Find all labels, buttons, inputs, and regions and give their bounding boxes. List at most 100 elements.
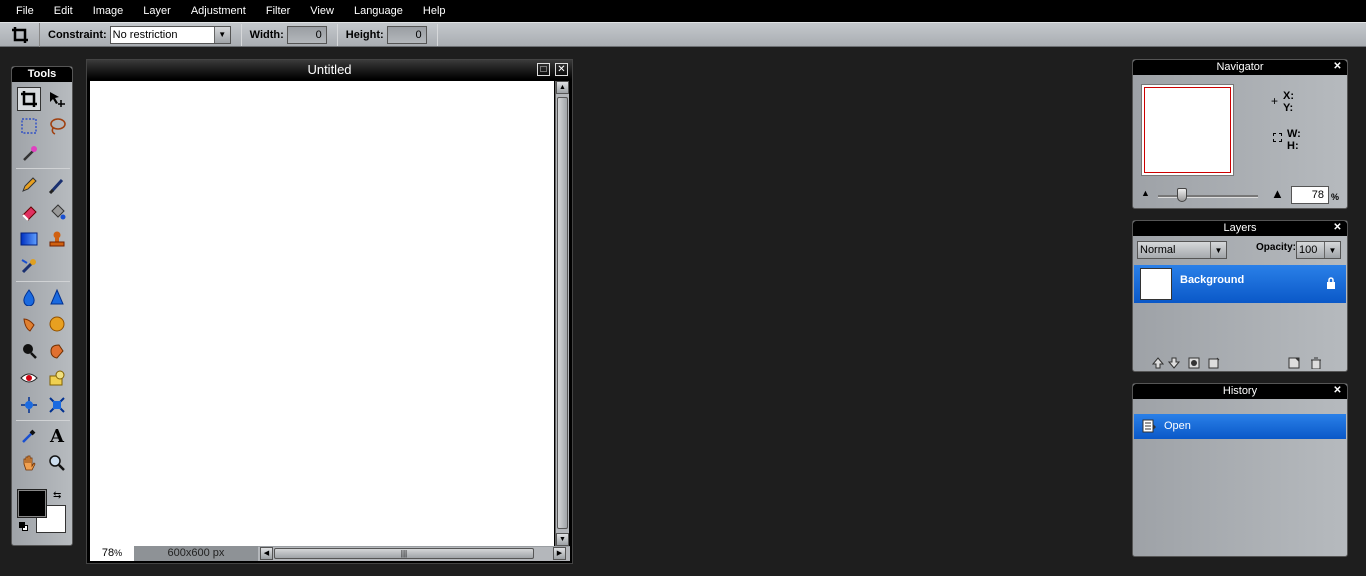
bloat-icon [21,397,37,413]
horizontal-scrollbar[interactable]: ◀ ||| ▶ [258,546,570,561]
document-status-bar: 78% 600x600 px ◀ ||| ▶ [90,546,570,561]
document-titlebar[interactable]: Untitled □ ✕ [87,60,572,79]
constraint-select[interactable]: No restriction ▼ [109,25,231,44]
move-layer-down-icon[interactable] [1167,356,1181,370]
menu-help[interactable]: Help [413,0,456,22]
dodge-icon [23,344,37,359]
hand-tool[interactable] [17,451,41,475]
options-bar: Constraint: No restriction ▼ Width: 0 He… [0,22,1366,47]
drop-icon [23,289,35,306]
menu-image[interactable]: Image [83,0,134,22]
crop-tool[interactable] [17,87,41,111]
marquee-tool[interactable] [17,114,41,138]
lasso-tool[interactable] [45,114,69,138]
vertical-scrollbar[interactable]: ▲ ▼ [555,81,569,546]
crosshair-icon: + [1271,94,1279,108]
scroll-right-icon[interactable]: ▶ [553,546,566,560]
scroll-left-icon[interactable]: ◀ [260,546,273,560]
menu-adjustment[interactable]: Adjustment [181,0,256,22]
zoom-in-icon[interactable]: ▲ [1271,186,1284,201]
w-label: W: [1287,128,1301,140]
brush-tool[interactable] [45,173,69,197]
lock-icon [1326,277,1336,292]
foreground-color-swatch[interactable] [17,489,47,518]
hand-icon [23,455,36,471]
navigator-thumbnail[interactable] [1141,84,1234,176]
blend-mode-select[interactable]: Normal ▼ [1137,241,1227,259]
red-eye-tool[interactable] [17,366,41,390]
close-icon[interactable]: ✕ [1332,62,1343,73]
size-icon [1273,133,1282,142]
document-title: Untitled [307,62,352,77]
eraser-tool[interactable] [17,200,41,224]
swap-colors-icon[interactable]: ⇆ [53,490,61,501]
sharpen-tool[interactable] [45,285,69,309]
opacity-label: Opacity: [1256,242,1297,253]
smudge-tool[interactable] [17,312,41,336]
horizontal-scroll-thumb[interactable]: ||| [274,547,534,559]
zoom-slider-track[interactable] [1158,195,1258,198]
lasso-icon [50,118,66,135]
layers-title: Layers ✕ [1133,221,1347,236]
history-item[interactable]: Open [1134,414,1346,439]
layer-thumbnail [1140,268,1172,300]
layer-mask-icon[interactable] [1187,356,1201,370]
color-picker-tool[interactable] [17,424,41,448]
view-frame[interactable] [1144,87,1231,173]
spot-heal-tool[interactable] [45,366,69,390]
menu-filter[interactable]: Filter [256,0,300,22]
blur-tool[interactable] [17,285,41,309]
menu-language[interactable]: Language [344,0,413,22]
layer-row[interactable]: Background [1134,265,1346,303]
new-layer-icon[interactable] [1287,356,1301,370]
clone-stamp-tool[interactable] [45,227,69,251]
crop-icon [21,91,37,107]
color-replace-icon [21,259,36,274]
close-icon[interactable]: ✕ [1332,386,1343,397]
menu-layer[interactable]: Layer [133,0,181,22]
width-field[interactable]: 0 [286,25,327,44]
close-icon[interactable]: ✕ [1332,223,1343,234]
move-tool[interactable] [45,87,69,111]
image-canvas[interactable] [90,81,554,546]
text-tool[interactable]: A [45,424,69,448]
close-icon[interactable]: ✕ [555,63,568,76]
pinch-tool[interactable] [45,393,69,417]
color-replace-tool[interactable] [17,254,41,278]
crop-icon [0,22,40,47]
paint-bucket-tool[interactable] [45,200,69,224]
zoom-tool[interactable] [45,451,69,475]
divider [240,23,242,46]
menu-edit[interactable]: Edit [44,0,83,22]
burn-tool[interactable] [45,339,69,363]
navigator-zoom-unit: % [1331,192,1340,202]
default-colors-icon[interactable] [19,522,28,531]
magic-wand-tool[interactable] [17,141,41,165]
tools-panel: Tools A ⇆ [11,66,73,546]
dodge-tool[interactable] [17,339,41,363]
vertical-scroll-thumb[interactable] [557,97,568,529]
zoom-out-icon[interactable]: ▲ [1141,188,1150,198]
magnifier-icon [49,455,65,471]
gradient-tool[interactable] [17,227,41,251]
menu-view[interactable]: View [300,0,344,22]
scroll-down-icon[interactable]: ▼ [556,533,569,546]
maximize-icon[interactable]: □ [537,63,550,76]
layer-name: Background [1180,274,1245,286]
divider [336,23,338,46]
scroll-up-icon[interactable]: ▲ [556,81,569,94]
layer-style-icon[interactable] [1207,356,1221,370]
menu-file[interactable]: File [6,0,44,22]
constraint-value: No restriction [112,28,178,41]
pencil-tool[interactable] [17,173,41,197]
opacity-select[interactable]: 100 ▼ [1296,241,1341,259]
sponge-tool[interactable] [45,312,69,336]
navigator-zoom-input[interactable]: 78 [1291,186,1329,204]
zoom-slider-thumb[interactable] [1177,188,1187,202]
height-field[interactable]: 0 [386,25,427,44]
trash-icon[interactable] [1309,356,1323,370]
bloat-tool[interactable] [17,393,41,417]
zoom-readout[interactable]: 78% [90,546,134,561]
heal-icon [49,370,65,386]
move-layer-up-icon[interactable] [1151,356,1165,370]
